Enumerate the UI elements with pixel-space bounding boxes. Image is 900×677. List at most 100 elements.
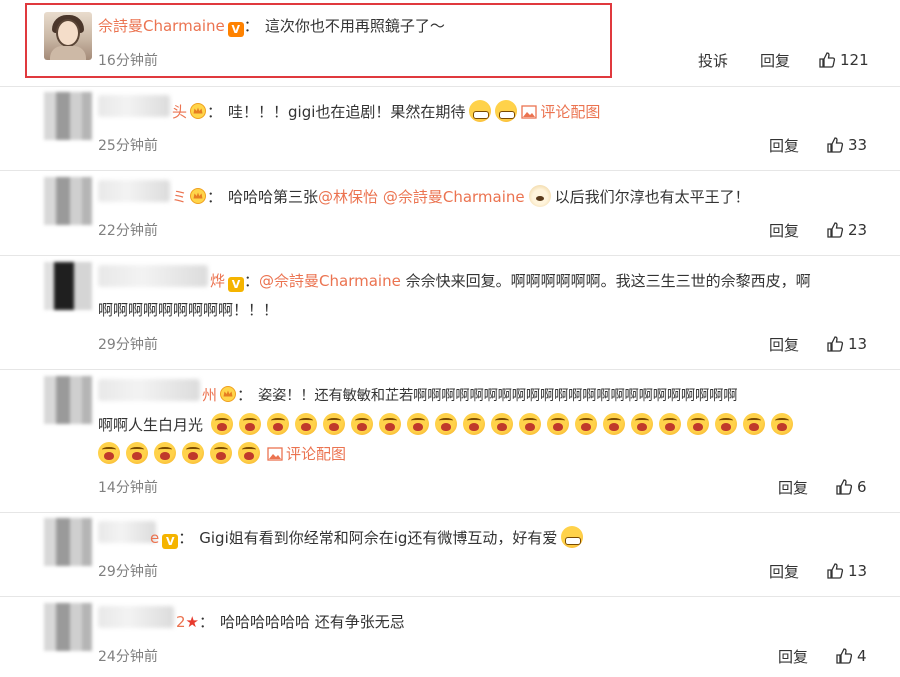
crying-emoji-icon (658, 413, 681, 435)
username[interactable]: 头 (172, 103, 187, 121)
crying-emoji-icon (406, 413, 429, 435)
verified-v-icon: V (162, 534, 179, 549)
comment-image-link[interactable]: 评论配图 (540, 103, 600, 121)
like-count: 33 (848, 136, 868, 154)
comment-line: 啊啊人生白月光 (98, 413, 796, 436)
grin-emoji-icon (561, 526, 584, 548)
laugh-emoji-icon (469, 100, 492, 122)
redacted-name (98, 180, 170, 202)
crying-emoji-icon (238, 413, 261, 435)
star-icon: ★ (185, 613, 199, 631)
avatar[interactable] (44, 92, 92, 140)
divider (0, 596, 900, 597)
verified-v-icon: V (228, 277, 245, 292)
comment-text: 佘佘快来回复。啊啊啊啊啊啊。我这三生三世的佘黎西皮，啊 (405, 272, 811, 290)
timestamp: 29分钟前 (98, 337, 158, 353)
username[interactable]: ミ (172, 188, 187, 206)
comment-line: 2★： 哈哈哈哈哈哈 还有争张无忌 (176, 613, 405, 631)
redacted-name (98, 606, 174, 628)
crying-emoji-icon (182, 442, 204, 464)
laugh-emoji-icon (495, 100, 518, 122)
username[interactable]: 佘詩曼Charmaine (98, 17, 225, 35)
timestamp: 16分钟前 (98, 53, 158, 69)
timestamp: 25分钟前 (98, 138, 158, 154)
crying-emoji-icon (630, 413, 653, 435)
divider (0, 512, 900, 513)
thumbs-up-icon (836, 648, 853, 664)
avatar[interactable] (44, 518, 92, 566)
reply-button[interactable]: 回复 (769, 135, 799, 156)
crying-emoji-icon (742, 413, 765, 435)
crying-emoji-icon (518, 413, 541, 435)
like-button[interactable]: 6 (835, 478, 867, 496)
mention-link[interactable]: @佘詩曼Charmaine (383, 188, 525, 206)
comment-line: 头：哇！！！gigi也在追剧！果然在期待 评论配图 (172, 100, 600, 123)
crying-emoji-icon (378, 413, 401, 435)
comment-text: 哈哈哈第三张 (228, 188, 319, 206)
like-button[interactable]: 4 (835, 647, 867, 665)
like-button[interactable]: 13 (826, 562, 867, 580)
mention-link[interactable]: @佘詩曼Charmaine (259, 272, 401, 290)
crying-emoji-icon (602, 413, 625, 435)
reply-button[interactable]: 回复 (769, 561, 799, 582)
like-button[interactable]: 33 (826, 136, 867, 154)
report-button[interactable]: 投诉 (698, 50, 728, 71)
crown-icon (190, 188, 207, 204)
username[interactable]: 烨 (210, 272, 225, 290)
crying-emoji-icon (462, 413, 485, 435)
username[interactable]: 州 (202, 386, 217, 404)
avatar[interactable] (44, 376, 92, 424)
comment-text-line2: 啊啊啊啊啊啊啊啊啊！！！ (98, 301, 279, 319)
reply-button[interactable]: 回复 (769, 334, 799, 355)
timestamp: 29分钟前 (98, 564, 158, 580)
comment-text: Gigi姐有看到你经常和阿佘在ig还有微博互动，好有爱 (199, 529, 558, 547)
like-count: 13 (848, 335, 868, 353)
avatar[interactable] (44, 12, 92, 60)
crying-emoji-icon (294, 413, 317, 435)
crying-emoji-icon (350, 413, 373, 435)
divider (0, 369, 900, 370)
crying-emoji-icon (238, 442, 260, 464)
avatar[interactable] (44, 262, 92, 310)
comment-text-line2: 啊啊人生白月光 (98, 416, 204, 434)
doge-emoji-icon (528, 185, 551, 207)
verified-v-icon: V (227, 22, 244, 37)
thumbs-up-icon (836, 479, 853, 495)
redacted-name (98, 95, 170, 117)
crying-emoji-icon (434, 413, 457, 435)
reply-button[interactable]: 回复 (778, 646, 808, 667)
timestamp: 22分钟前 (98, 223, 158, 239)
avatar[interactable] (44, 177, 92, 225)
crying-emoji-icon (98, 442, 120, 464)
crying-emoji-icon (546, 413, 569, 435)
comment-text: 以后我们尔淳也有太平王了！ (554, 188, 750, 206)
like-button[interactable]: 121 (818, 51, 869, 69)
like-button[interactable]: 13 (826, 335, 867, 353)
redacted-name (98, 379, 200, 401)
comment-text: 這次你也不用再照鏡子了～ (264, 17, 445, 35)
comment-line: ミ：哈哈哈第三张@林保怡 @佘詩曼Charmaine 以后我们尔淳也有太平王了！ (172, 185, 750, 208)
redacted-name (98, 265, 208, 287)
avatar[interactable] (44, 603, 92, 651)
comment-text: 哈哈哈哈哈哈 还有争张无忌 (220, 613, 405, 631)
like-button[interactable]: 23 (826, 221, 867, 239)
reply-button[interactable]: 回复 (760, 50, 790, 71)
like-count: 4 (857, 647, 867, 665)
reply-button[interactable]: 回复 (769, 220, 799, 241)
mention-link[interactable]: @林保怡 (318, 188, 378, 206)
comment-image-link[interactable]: 评论配图 (286, 445, 346, 463)
picture-icon (267, 447, 283, 461)
thumbs-up-icon (827, 563, 844, 579)
crying-emoji-icon (126, 442, 148, 464)
thumbs-up-icon (819, 52, 836, 68)
timestamp: 14分钟前 (98, 480, 158, 496)
username[interactable]: 2 (176, 613, 186, 631)
timestamp: 24分钟前 (98, 649, 158, 665)
username[interactable]: e (150, 529, 159, 547)
crown-icon (220, 386, 237, 402)
thumbs-up-icon (827, 137, 844, 153)
crying-emoji-icon (154, 442, 176, 464)
reply-button[interactable]: 回复 (778, 477, 808, 498)
divider (0, 255, 900, 256)
crying-emoji-icon (686, 413, 709, 435)
